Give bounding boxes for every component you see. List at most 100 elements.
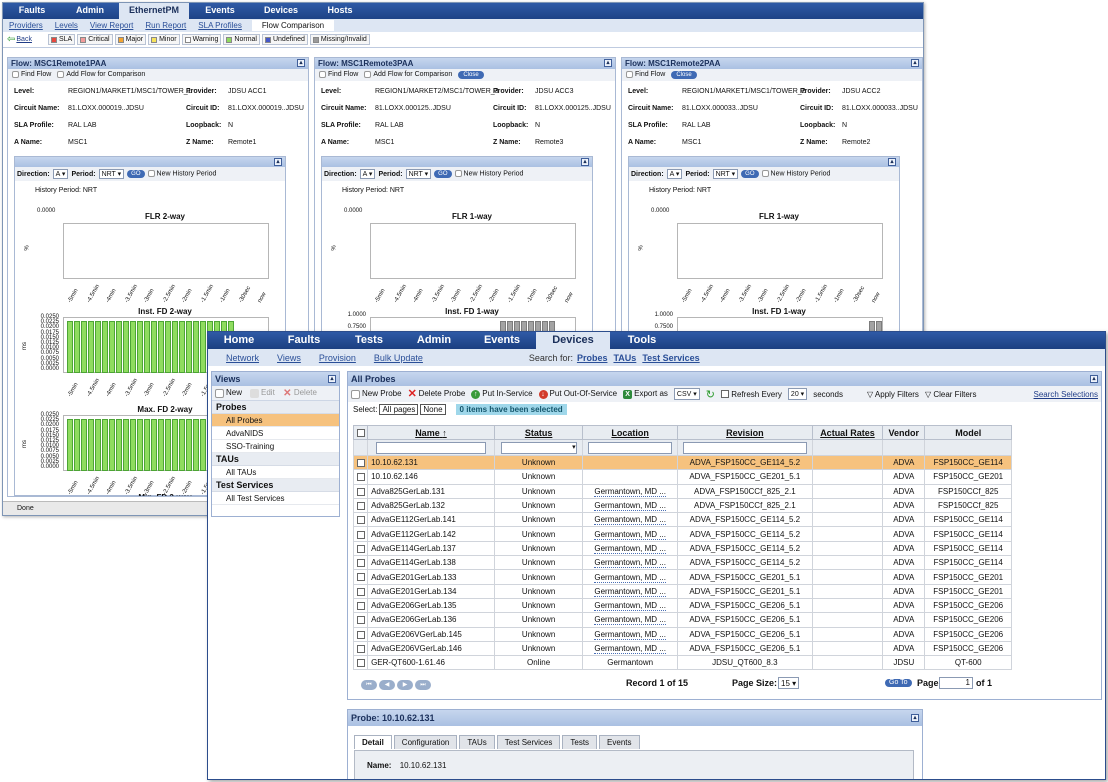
table-row[interactable]: 10.10.62.146 Unknown ADVA_FSP150CC_GE201_5… xyxy=(352,469,1012,485)
table-row[interactable]: Adva825GerLab.131 Unknown Germantown, MD .… xyxy=(352,483,1012,499)
page-size-select[interactable]: 15 ▾ xyxy=(778,677,800,689)
tab-test-services[interactable]: Test Services xyxy=(496,735,561,749)
delete-view-button[interactable]: ✕ Delete xyxy=(283,388,317,398)
nav-events[interactable]: Events xyxy=(189,3,251,19)
select-none-button[interactable]: None xyxy=(420,404,446,415)
next-page-button[interactable]: ▶ xyxy=(397,680,413,690)
delete-probe-button[interactable]: ✕ Delete Probe xyxy=(408,388,466,399)
row-select[interactable] xyxy=(352,597,369,614)
subnav-sla-profiles[interactable]: SLA Profiles xyxy=(198,21,242,30)
period-select[interactable]: NRT ▾ xyxy=(405,169,432,179)
period-select[interactable]: NRT ▾ xyxy=(712,169,739,179)
table-row[interactable]: GER-QT600-1.61.46 Online Germantown JDSU_QT… xyxy=(352,655,1012,671)
row-select[interactable] xyxy=(352,626,369,642)
collapse-icon[interactable]: ▴ xyxy=(328,375,336,383)
last-page-button[interactable]: ⏭ xyxy=(415,680,431,690)
subnav-views[interactable]: Views xyxy=(277,353,301,363)
put-in-service-button[interactable]: ↑ Put In-Service xyxy=(471,389,533,399)
view-item-all-test-services[interactable]: All Test Services xyxy=(212,492,339,505)
first-page-button[interactable]: ⏮ xyxy=(361,680,377,690)
nav-hosts[interactable]: Hosts xyxy=(311,3,369,19)
nav-events[interactable]: Events xyxy=(468,332,536,349)
table-row[interactable]: AdvaGE114GerLab.137 Unknown Germantown, MD… xyxy=(352,540,1012,557)
export-button[interactable]: X Export as xyxy=(623,389,668,399)
table-row[interactable]: Adva825GerLab.132 Unknown Germantown, MD .… xyxy=(352,497,1012,514)
table-row[interactable]: AdvaGE114GerLab.138 Unknown Germantown, MD… xyxy=(352,555,1012,571)
search-taus-link[interactable]: TAUs xyxy=(613,353,636,363)
search-probes-link[interactable]: Probes xyxy=(577,353,608,363)
tab-events[interactable]: Events xyxy=(599,735,640,749)
nav-faults[interactable]: Faults xyxy=(270,332,338,349)
new-probe-button[interactable]: New Probe xyxy=(351,389,402,399)
view-item-all-probes[interactable]: All Probes xyxy=(212,414,339,427)
row-select[interactable] xyxy=(352,655,369,671)
export-format-select[interactable]: CSV ▾ xyxy=(673,388,700,400)
add-flow-button[interactable]: Add Flow for Comparison xyxy=(57,69,145,81)
revision-filter-input[interactable] xyxy=(682,441,807,454)
table-row[interactable]: AdvaGE201GerLab.134 Unknown Germantown, MD… xyxy=(352,583,1012,599)
collapse-icon[interactable]: ▴ xyxy=(604,59,612,67)
find-flow-button[interactable]: Find Flow xyxy=(319,69,358,81)
new-history-period-button[interactable]: New History Period xyxy=(454,170,523,178)
view-item-advanids[interactable]: AdvaNIDS xyxy=(212,427,339,440)
apply-filters-button[interactable]: ▽ Apply Filters xyxy=(867,390,919,399)
search-test-services-link[interactable]: Test Services xyxy=(642,353,699,363)
refresh-icon[interactable]: ↻ xyxy=(706,388,715,401)
find-flow-button[interactable]: Find Flow xyxy=(12,69,51,81)
table-row[interactable]: AdvaGE206VGerLab.145 Unknown Germantown, M… xyxy=(352,626,1012,642)
add-flow-button[interactable]: Add Flow for Comparison xyxy=(364,69,452,81)
tab-configuration[interactable]: Configuration xyxy=(393,735,458,749)
row-select[interactable] xyxy=(352,454,369,471)
go-button[interactable]: GO xyxy=(741,170,759,178)
new-history-period-button[interactable]: New History Period xyxy=(761,170,830,178)
collapse-icon[interactable]: ▴ xyxy=(888,158,896,166)
column-actual-rates[interactable]: Actual Rates xyxy=(811,425,884,440)
new-history-period-button[interactable]: New History Period xyxy=(147,170,216,178)
collapse-icon[interactable]: ▴ xyxy=(581,158,589,166)
subnav-view-report[interactable]: View Report xyxy=(90,21,133,30)
put-out-of-service-button[interactable]: ↓ Put Out-Of-Service xyxy=(538,389,617,399)
direction-select[interactable]: A ▾ xyxy=(52,169,69,179)
view-item-sso-training[interactable]: SSO-Training xyxy=(212,440,339,453)
nav-tools[interactable]: Tools xyxy=(610,332,674,349)
subnav-provision[interactable]: Provision xyxy=(319,353,356,363)
nav-tests[interactable]: Tests xyxy=(338,332,400,349)
search-selections-link[interactable]: Search Selections xyxy=(1034,390,1098,399)
row-select[interactable] xyxy=(352,540,369,557)
tab-detail[interactable]: Detail xyxy=(354,735,392,749)
row-select[interactable] xyxy=(352,483,369,499)
go-button[interactable]: GO xyxy=(127,170,145,178)
tab-taus[interactable]: TAUs xyxy=(459,735,495,749)
table-row[interactable]: 10.10.62.131 Unknown ADVA_FSP150CC_GE114_5… xyxy=(352,454,1012,471)
collapse-icon[interactable]: ▴ xyxy=(297,59,305,67)
table-row[interactable]: AdvaGE206VGerLab.146 Unknown Germantown, M… xyxy=(352,640,1012,657)
table-row[interactable]: AdvaGE206GerLab.136 Unknown Germantown, MD… xyxy=(352,612,1012,628)
column-name[interactable]: Name ↑ xyxy=(367,425,495,440)
go-button[interactable]: GO xyxy=(434,170,452,178)
close-button[interactable]: Close xyxy=(671,71,697,79)
subnav-run-report[interactable]: Run Report xyxy=(145,21,186,30)
go-to-button[interactable]: Go To xyxy=(885,679,912,687)
table-row[interactable]: AdvaGE112GerLab.141 Unknown Germantown, MD… xyxy=(352,512,1012,528)
subnav-providers[interactable]: Providers xyxy=(9,21,43,30)
clear-filters-button[interactable]: ▽ Clear Filters xyxy=(925,390,977,399)
row-select[interactable] xyxy=(352,555,369,571)
row-select[interactable] xyxy=(352,526,369,542)
collapse-icon[interactable]: ▴ xyxy=(911,714,919,722)
column-status[interactable]: Status xyxy=(493,425,584,440)
period-select[interactable]: NRT ▾ xyxy=(98,169,125,179)
nav-admin[interactable]: Admin xyxy=(61,3,119,19)
row-select[interactable] xyxy=(352,583,369,599)
select-all-pages-button[interactable]: All pages xyxy=(379,404,419,415)
nav-devices[interactable]: Devices xyxy=(251,3,311,19)
refresh-interval-select[interactable]: 20 ▾ xyxy=(787,388,808,400)
name-filter-input[interactable] xyxy=(375,441,486,454)
row-select[interactable] xyxy=(352,497,369,514)
nav-admin[interactable]: Admin xyxy=(400,332,468,349)
row-select[interactable] xyxy=(352,469,369,485)
close-button[interactable]: Close xyxy=(458,71,484,79)
nav-devices[interactable]: Devices xyxy=(536,332,610,349)
back-link[interactable]: Back xyxy=(16,36,32,43)
back-arrow-icon[interactable]: ⇦ xyxy=(7,34,15,45)
nav-faults[interactable]: Faults xyxy=(3,3,61,19)
